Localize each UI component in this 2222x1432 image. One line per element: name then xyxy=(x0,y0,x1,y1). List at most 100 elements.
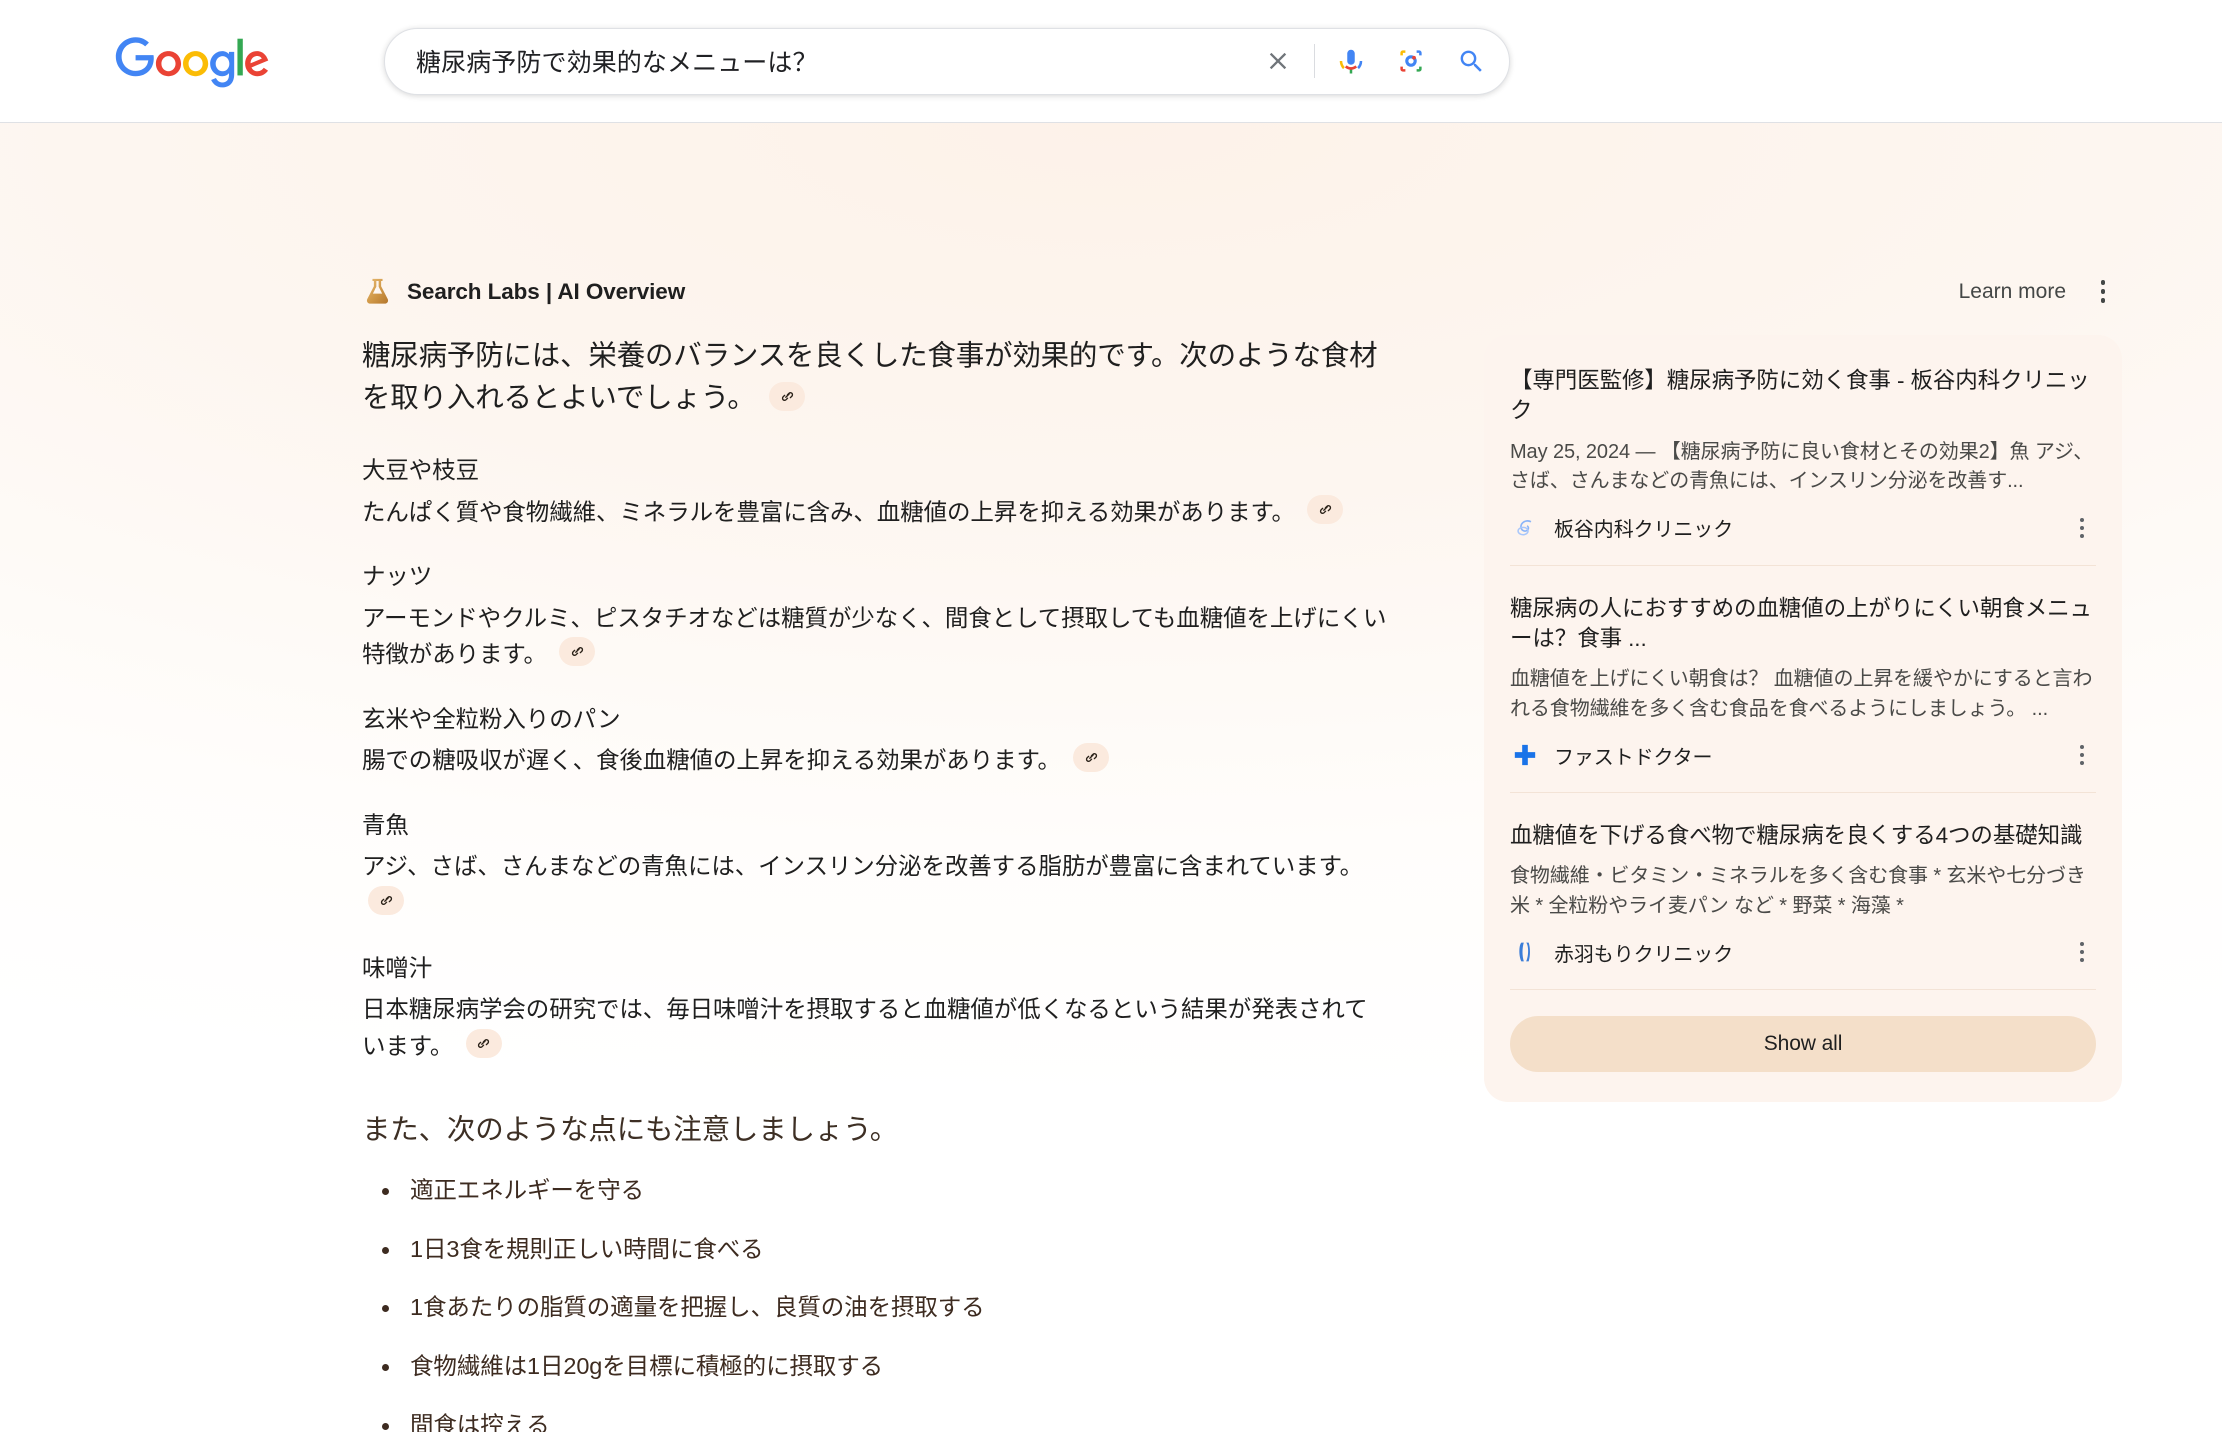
source-card[interactable]: 糖尿病の人におすすめの血糖値の上がりにくい朝食メニューは？食事 ... 血糖値を… xyxy=(1510,566,2096,794)
ai-section: ナッツ アーモンドやクルミ、ピスタチオなどは糖質が少なく、間食として摂取しても血… xyxy=(362,560,1387,673)
source-site-name: 板谷内科クリニック xyxy=(1554,519,1734,542)
source-menu-button[interactable] xyxy=(2068,741,2096,769)
source-footer: 板谷内科クリニック xyxy=(1510,513,2096,543)
menu-dot xyxy=(2080,761,2084,766)
ai-section: 味噌汁 日本糖尿病学会の研究では、毎日味噌汁を摂取すると血糖値が低くなるという結… xyxy=(362,952,1387,1065)
show-all-button[interactable]: Show all xyxy=(1510,1016,2096,1073)
list-item-text: 1日3食を規則正しい時間に食べる xyxy=(410,1235,764,1262)
ai-section-title: ナッツ xyxy=(362,563,433,590)
menu-dot xyxy=(2100,298,2106,303)
search-bar[interactable] xyxy=(384,27,1510,95)
ai-overview-container: Search Labs | AI Overview Learn more 糖尿病… xyxy=(0,123,2222,1432)
source-card[interactable]: 血糖値を下げる食べ物で糖尿病を良くする4つの基礎知識 食物繊維・ビタミン・ミネラ… xyxy=(1510,793,2096,991)
ai-answer-column: 糖尿病予防には、栄養のバランスを良くした食事が効果的です。次のような食材を取り入… xyxy=(362,335,1387,1432)
google-lens-button[interactable] xyxy=(1381,31,1441,91)
source-snippet: May 25, 2024 — 【糖尿病予防に良い食材とその効果2】魚 アジ、さば… xyxy=(1510,440,2094,493)
source-title[interactable]: 血糖値を下げる食べ物で糖尿病を良くする4つの基礎知識 xyxy=(1510,821,2096,851)
source-footer: ファストドクター xyxy=(1510,740,2096,770)
list-item-text: 適正エネルギーを守る xyxy=(410,1176,644,1203)
citation-chip[interactable] xyxy=(465,1028,502,1058)
ai-section-text: アジ、さば、さんまなどの青魚には、インスリン分泌を改善する脂肪が豊富に含まれてい… xyxy=(362,853,1364,880)
search-bar-divider xyxy=(1314,44,1315,78)
source-snippet: 血糖値を上げにくい朝食は？ 血糖値の上昇を緩やかにすると言われる食物繊維を多く含… xyxy=(1510,668,2093,720)
citation-chip[interactable] xyxy=(559,637,596,667)
sources-panel: 【専門医監修】糖尿病予防に効く食事 - 板谷内科クリニック May 25, 20… xyxy=(1484,335,2122,1103)
show-all-container: Show all xyxy=(1510,990,2096,1102)
ai-section-title: 味噌汁 xyxy=(362,954,433,981)
spiral-favicon xyxy=(1510,513,1540,543)
citation-chip[interactable] xyxy=(1073,743,1110,773)
ai-sections-list: 大豆や枝豆 たんぱく質や食物繊維、ミネラルを豊富に含み、血糖値の上昇を抑える効果… xyxy=(362,454,1387,1064)
ai-overview-header: Search Labs | AI Overview Learn more xyxy=(362,276,2118,307)
ai-section-body: 日本糖尿病学会の研究では、毎日味噌汁を摂取すると血糖値が低くなるという結果が発表… xyxy=(362,991,1387,1064)
menu-dot xyxy=(2080,745,2084,750)
ai-section-body: たんぱく質や食物繊維、ミネラルを豊富に含み、血糖値の上昇を抑える効果があります。 xyxy=(362,494,1387,531)
link-icon xyxy=(1085,753,1097,763)
link-icon xyxy=(380,896,392,905)
source-menu-button[interactable] xyxy=(2068,938,2096,966)
blue-cross-favicon xyxy=(1510,740,1540,770)
ai-section-text: たんぱく質や食物繊維、ミネラルを豊富に含み、血糖値の上昇を抑える効果があります。 xyxy=(362,498,1295,525)
ai-intro-paragraph: 糖尿病予防には、栄養のバランスを良くした食事が効果的です。次のような食材を取り入… xyxy=(362,335,1387,419)
link-icon xyxy=(478,1038,490,1048)
list-item: 間食は控える xyxy=(362,1409,1387,1432)
ai-intro-text: 糖尿病予防には、栄養のバランスを良くした食事が効果的です。次のような食材を取り入… xyxy=(362,340,1378,415)
menu-dot xyxy=(2080,958,2084,963)
search-icon xyxy=(1460,50,1482,72)
ai-overview-body: 糖尿病予防には、栄養のバランスを良くした食事が効果的です。次のような食材を取り入… xyxy=(362,335,2122,1432)
menu-dot xyxy=(2080,525,2084,530)
list-item: 1日3食を規則正しい時間に食べる xyxy=(362,1233,1387,1266)
menu-dot xyxy=(2080,517,2084,522)
source-card[interactable]: 【専門医監修】糖尿病予防に効く食事 - 板谷内科クリニック May 25, 20… xyxy=(1510,335,2096,566)
close-icon xyxy=(1269,52,1287,70)
ai-overview-menu-button[interactable] xyxy=(2088,277,2118,307)
link-icon xyxy=(781,392,793,402)
ai-section-body: アーモンドやクルミ、ピスタチオなどは糖質が少なく、間食として摂取しても血糖値を上… xyxy=(362,600,1387,673)
list-item-text: 間食は控える xyxy=(410,1412,550,1432)
source-menu-button[interactable] xyxy=(2068,514,2096,542)
flask-icon xyxy=(366,278,389,304)
search-bar-icons xyxy=(1248,31,1501,91)
menu-dot xyxy=(2080,942,2084,947)
sources-column: 【専門医監修】糖尿病予防に効く食事 - 板谷内科クリニック May 25, 20… xyxy=(1484,335,2122,1103)
ai-second-paragraph: また、次のような点にも注意しましょう。 xyxy=(362,1114,898,1147)
double-arc-favicon xyxy=(1510,937,1540,967)
menu-dot xyxy=(2100,280,2106,285)
search-labs-badge: Search Labs | AI Overview xyxy=(362,276,685,307)
menu-dot xyxy=(2080,753,2084,758)
menu-dot xyxy=(2100,289,2106,294)
list-item: 適正エネルギーを守る xyxy=(362,1174,1387,1207)
list-item: 食物繊維は1日20gを目標に積極的に摂取する xyxy=(362,1350,1387,1383)
source-footer: 赤羽もりクリニック xyxy=(1510,937,2096,967)
ai-section-text: 腸での糖吸収が遅く、食後血糖値の上昇を抑える効果があります。 xyxy=(362,747,1061,774)
ai-section-text: 日本糖尿病学会の研究では、毎日味噌汁を摂取すると血糖値が低くなるという結果が発表… xyxy=(362,996,1368,1059)
menu-dot xyxy=(2080,950,2084,955)
source-site-name: 赤羽もりクリニック xyxy=(1554,943,1734,966)
ai-section: 玄米や全粒粉入りのパン 腸での糖吸収が遅く、食後血糖値の上昇を抑える効果がありま… xyxy=(362,703,1387,779)
google-logo[interactable] xyxy=(115,37,270,89)
ai-section-text: アーモンドやクルミ、ピスタチオなどは糖質が少なく、間食として摂取しても血糖値を上… xyxy=(362,604,1387,668)
search-input[interactable] xyxy=(416,46,1248,76)
menu-dot xyxy=(2080,533,2084,538)
source-site-name: ファストドクター xyxy=(1554,746,1713,769)
source-title[interactable]: 【専門医監修】糖尿病予防に効く食事 - 板谷内科クリニック xyxy=(1510,366,2096,427)
source-title[interactable]: 糖尿病の人におすすめの血糖値の上がりにくい朝食メニューは？食事 ... xyxy=(1510,594,2096,655)
microphone-icon xyxy=(1339,49,1363,74)
voice-search-button[interactable] xyxy=(1321,31,1381,91)
list-item-text: 食物繊維は1日20gを目標に積極的に摂取する xyxy=(410,1353,884,1380)
citation-chip[interactable] xyxy=(368,886,404,916)
search-submit-button[interactable] xyxy=(1441,31,1501,91)
camera-lens-icon xyxy=(1400,50,1422,72)
list-item-text: 1食あたりの脂質の適量を把握し、良質の油を摂取する xyxy=(410,1294,985,1321)
learn-more-link[interactable]: Learn more xyxy=(1959,280,2066,304)
ai-section: 大豆や枝豆 たんぱく質や食物繊維、ミネラルを豊富に含み、血糖値の上昇を抑える効果… xyxy=(362,454,1387,530)
ai-section: 青魚 アジ、さば、さんまなどの青魚には、インスリン分泌を改善する脂肪が豊富に含ま… xyxy=(362,809,1387,922)
ai-bullet-list: 適正エネルギーを守る 1日3食を規則正しい時間に食べる 1食あたりの脂質の適量を… xyxy=(362,1174,1387,1432)
list-item: 1食あたりの脂質の適量を把握し、良質の油を摂取する xyxy=(362,1291,1387,1324)
clear-search-button[interactable] xyxy=(1248,31,1308,91)
ai-section-title: 青魚 xyxy=(362,812,409,839)
citation-chip[interactable] xyxy=(769,382,806,412)
ai-section-title: 玄米や全粒粉入りのパン xyxy=(362,706,621,733)
ai-section-body: 腸での糖吸収が遅く、食後血糖値の上昇を抑える効果があります。 xyxy=(362,742,1387,779)
citation-chip[interactable] xyxy=(1307,494,1344,524)
